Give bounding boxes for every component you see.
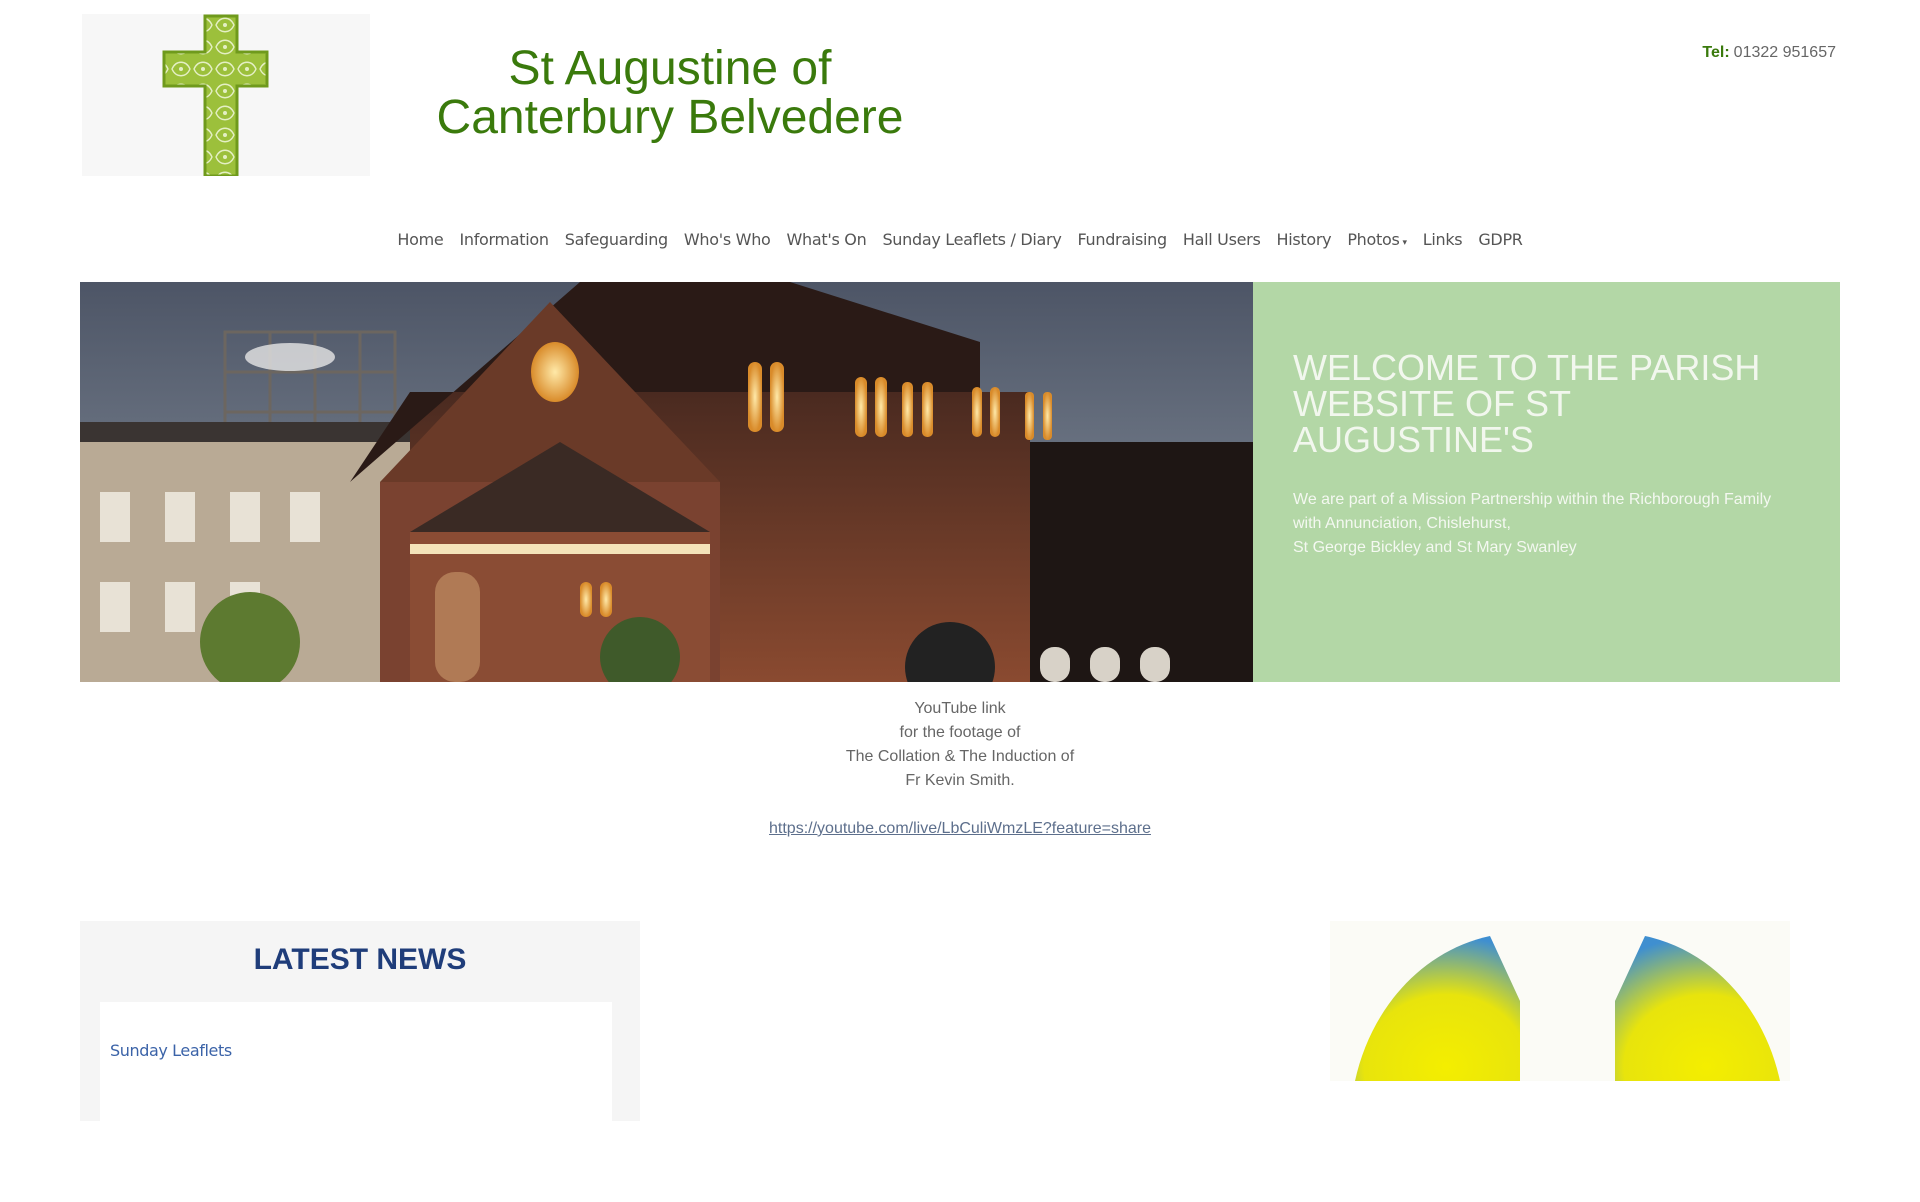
latest-news-panel: LATEST NEWS Sunday Leaflets (80, 921, 640, 1202)
site-title[interactable]: St Augustine of Canterbury Belvedere (420, 44, 920, 142)
chevron-down-icon: ▾ (1402, 238, 1408, 248)
site-title-line2: Canterbury Belvedere (436, 91, 904, 144)
nav-label: What's On (786, 230, 867, 249)
nav-item-whats-on[interactable]: What's On (779, 230, 875, 256)
nav-item-information[interactable]: Information (451, 230, 556, 256)
nav-label: GDPR (1478, 230, 1523, 249)
youtube-line: The Collation & The Induction of (845, 748, 1075, 765)
nav-item-sunday-leaflets[interactable]: Sunday Leaflets / Diary (874, 230, 1069, 256)
welcome-heading: WELCOME TO THE PARISH WEBSITE OF ST AUGU… (1293, 347, 1761, 460)
nav-label: Links (1422, 230, 1463, 249)
youtube-notice: YouTube link for the footage of The Coll… (0, 697, 1920, 841)
welcome-text-line: with Annunciation, Chislehurst, (1293, 515, 1511, 532)
nav-item-photos[interactable]: Photos ▾ (1339, 230, 1414, 256)
news-link-sunday-leaflets[interactable]: Sunday Leaflets (110, 1041, 232, 1060)
nav-label: Fundraising (1077, 230, 1167, 249)
nav-item-whos-who[interactable]: Who's Who (676, 230, 779, 256)
nav-label: Who's Who (683, 230, 771, 249)
nav-item-safeguarding[interactable]: Safeguarding (557, 230, 676, 256)
site-logo[interactable] (82, 14, 370, 176)
site-title-line1: St Augustine of (508, 42, 832, 95)
news-card: Sunday Leaflets (100, 1002, 612, 1202)
nav-label: Safeguarding (564, 230, 668, 249)
nav-label: Home (397, 230, 444, 249)
nav-item-hall-users[interactable]: Hall Users (1175, 230, 1269, 256)
nav-item-home[interactable]: Home (389, 230, 451, 256)
welcome-text-line: We are part of a Mission Partnership wit… (1293, 491, 1772, 508)
youtube-link[interactable]: https://youtube.com/live/LbCuliWmzLE?fea… (769, 820, 1151, 837)
church-photo (80, 282, 1253, 682)
telephone: Tel: 01322 951657 (1702, 44, 1836, 62)
emblem-logo-icon (1330, 921, 1790, 1081)
nav-label: Hall Users (1182, 230, 1261, 249)
welcome-panel: WELCOME TO THE PARISH WEBSITE OF ST AUGU… (1253, 282, 1840, 682)
nav-item-gdpr[interactable]: GDPR (1470, 230, 1530, 256)
nav-label: Sunday Leaflets / Diary (882, 230, 1062, 249)
welcome-text-line: St George Bickley and St Mary Swanley (1293, 539, 1577, 556)
nav-item-history[interactable]: History (1268, 230, 1339, 256)
youtube-line: Fr Kevin Smith. (905, 772, 1015, 789)
main-nav: Home Information Safeguarding Who's Who … (0, 230, 1920, 256)
tel-number: 01322 951657 (1733, 44, 1836, 61)
welcome-text: We are part of a Mission Partnership wit… (1293, 488, 1793, 560)
youtube-line: YouTube link (914, 700, 1006, 717)
nav-label: History (1276, 230, 1332, 249)
nav-label: Information (459, 230, 549, 249)
youtube-line: for the footage of (899, 724, 1021, 741)
nav-item-fundraising[interactable]: Fundraising (1069, 230, 1174, 256)
cross-logo-icon (162, 14, 269, 176)
hero-banner: WELCOME TO THE PARISH WEBSITE OF ST AUGU… (80, 282, 1840, 682)
tel-label: Tel: (1702, 44, 1730, 61)
nav-label: Photos (1347, 230, 1400, 249)
nav-item-links[interactable]: Links (1415, 230, 1471, 256)
latest-news-heading: LATEST NEWS (253, 943, 467, 976)
